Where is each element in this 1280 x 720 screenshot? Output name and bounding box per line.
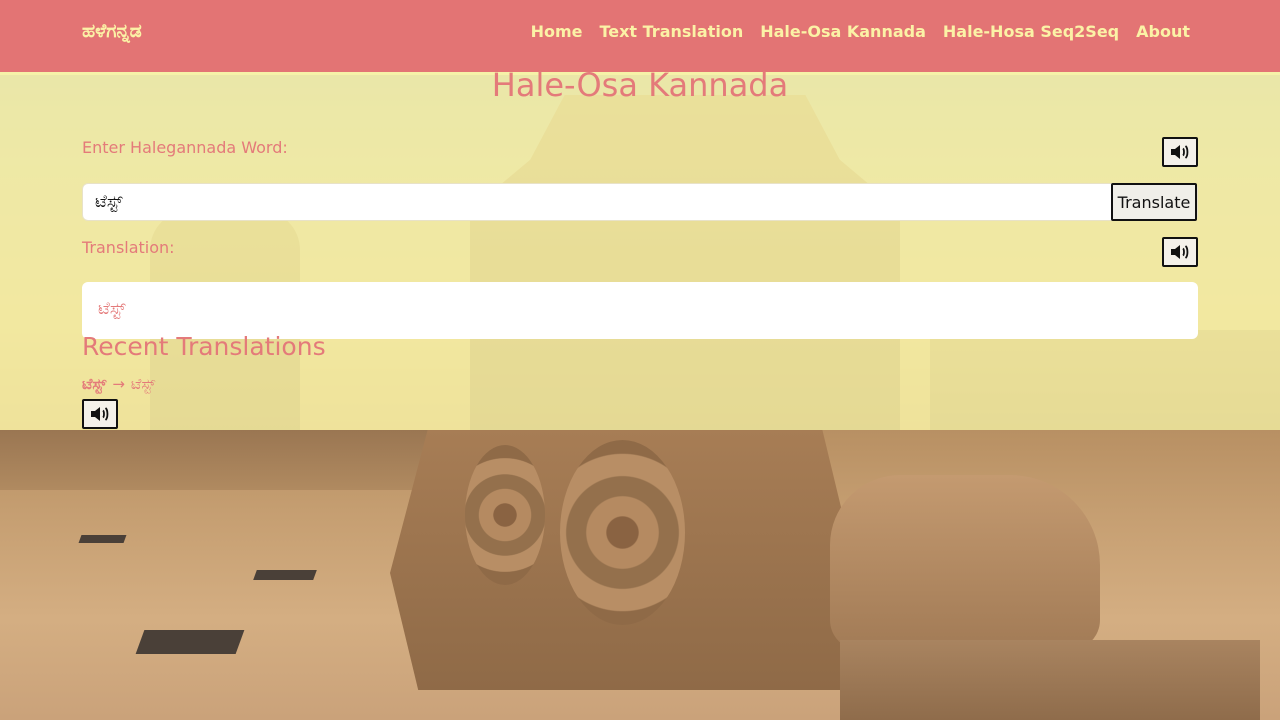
input-speak-button[interactable] <box>1162 137 1198 167</box>
nav-link-home[interactable]: Home <box>531 22 583 41</box>
speaker-icon <box>91 407 109 421</box>
word-input-group: Translate <box>82 183 1198 221</box>
translate-button[interactable]: Translate <box>1111 183 1197 221</box>
nav-link-hale-hosa-seq2seq[interactable]: Hale-Hosa Seq2Seq <box>943 22 1119 41</box>
output-label: Translation: <box>82 238 175 257</box>
recent-translation-item: ಟೆಸ್ಟ್ → ಟೆಸ್ಟ್ <box>82 375 155 393</box>
content-overlay <box>0 72 1280 430</box>
recent-target-word: ಟೆಸ್ಟ್ <box>130 375 156 393</box>
recent-source-word: ಟೆಸ್ಟ್ <box>82 375 107 393</box>
speaker-icon <box>1171 145 1189 159</box>
speaker-icon <box>1171 245 1189 259</box>
recent-translations-heading: Recent Translations <box>82 332 326 361</box>
page-title: Hale-Osa Kannada <box>491 66 789 104</box>
translation-output: ಟೆಸ್ಟ್ <box>82 282 1198 339</box>
nav-link-text-translation[interactable]: Text Translation <box>599 22 743 41</box>
input-label: Enter Halegannada Word: <box>82 138 288 157</box>
output-speak-button[interactable] <box>1162 237 1198 267</box>
nav-link-hale-osa-kannada[interactable]: Hale-Osa Kannada <box>760 22 926 41</box>
word-input[interactable] <box>95 184 1105 220</box>
recent-arrow: → <box>112 375 125 393</box>
nav-link-about[interactable]: About <box>1136 22 1190 41</box>
recent-speak-button[interactable] <box>82 399 118 429</box>
translation-output-text: ಟೆಸ್ಟ್ <box>98 299 126 319</box>
navbar: ಹಳೆಗನ್ನಡ Home Text Translation Hale-Osa … <box>0 0 1280 72</box>
nav-links: Home Text Translation Hale-Osa Kannada H… <box>531 22 1190 41</box>
brand-logo[interactable]: ಹಳೆಗನ್ನಡ <box>82 20 142 42</box>
